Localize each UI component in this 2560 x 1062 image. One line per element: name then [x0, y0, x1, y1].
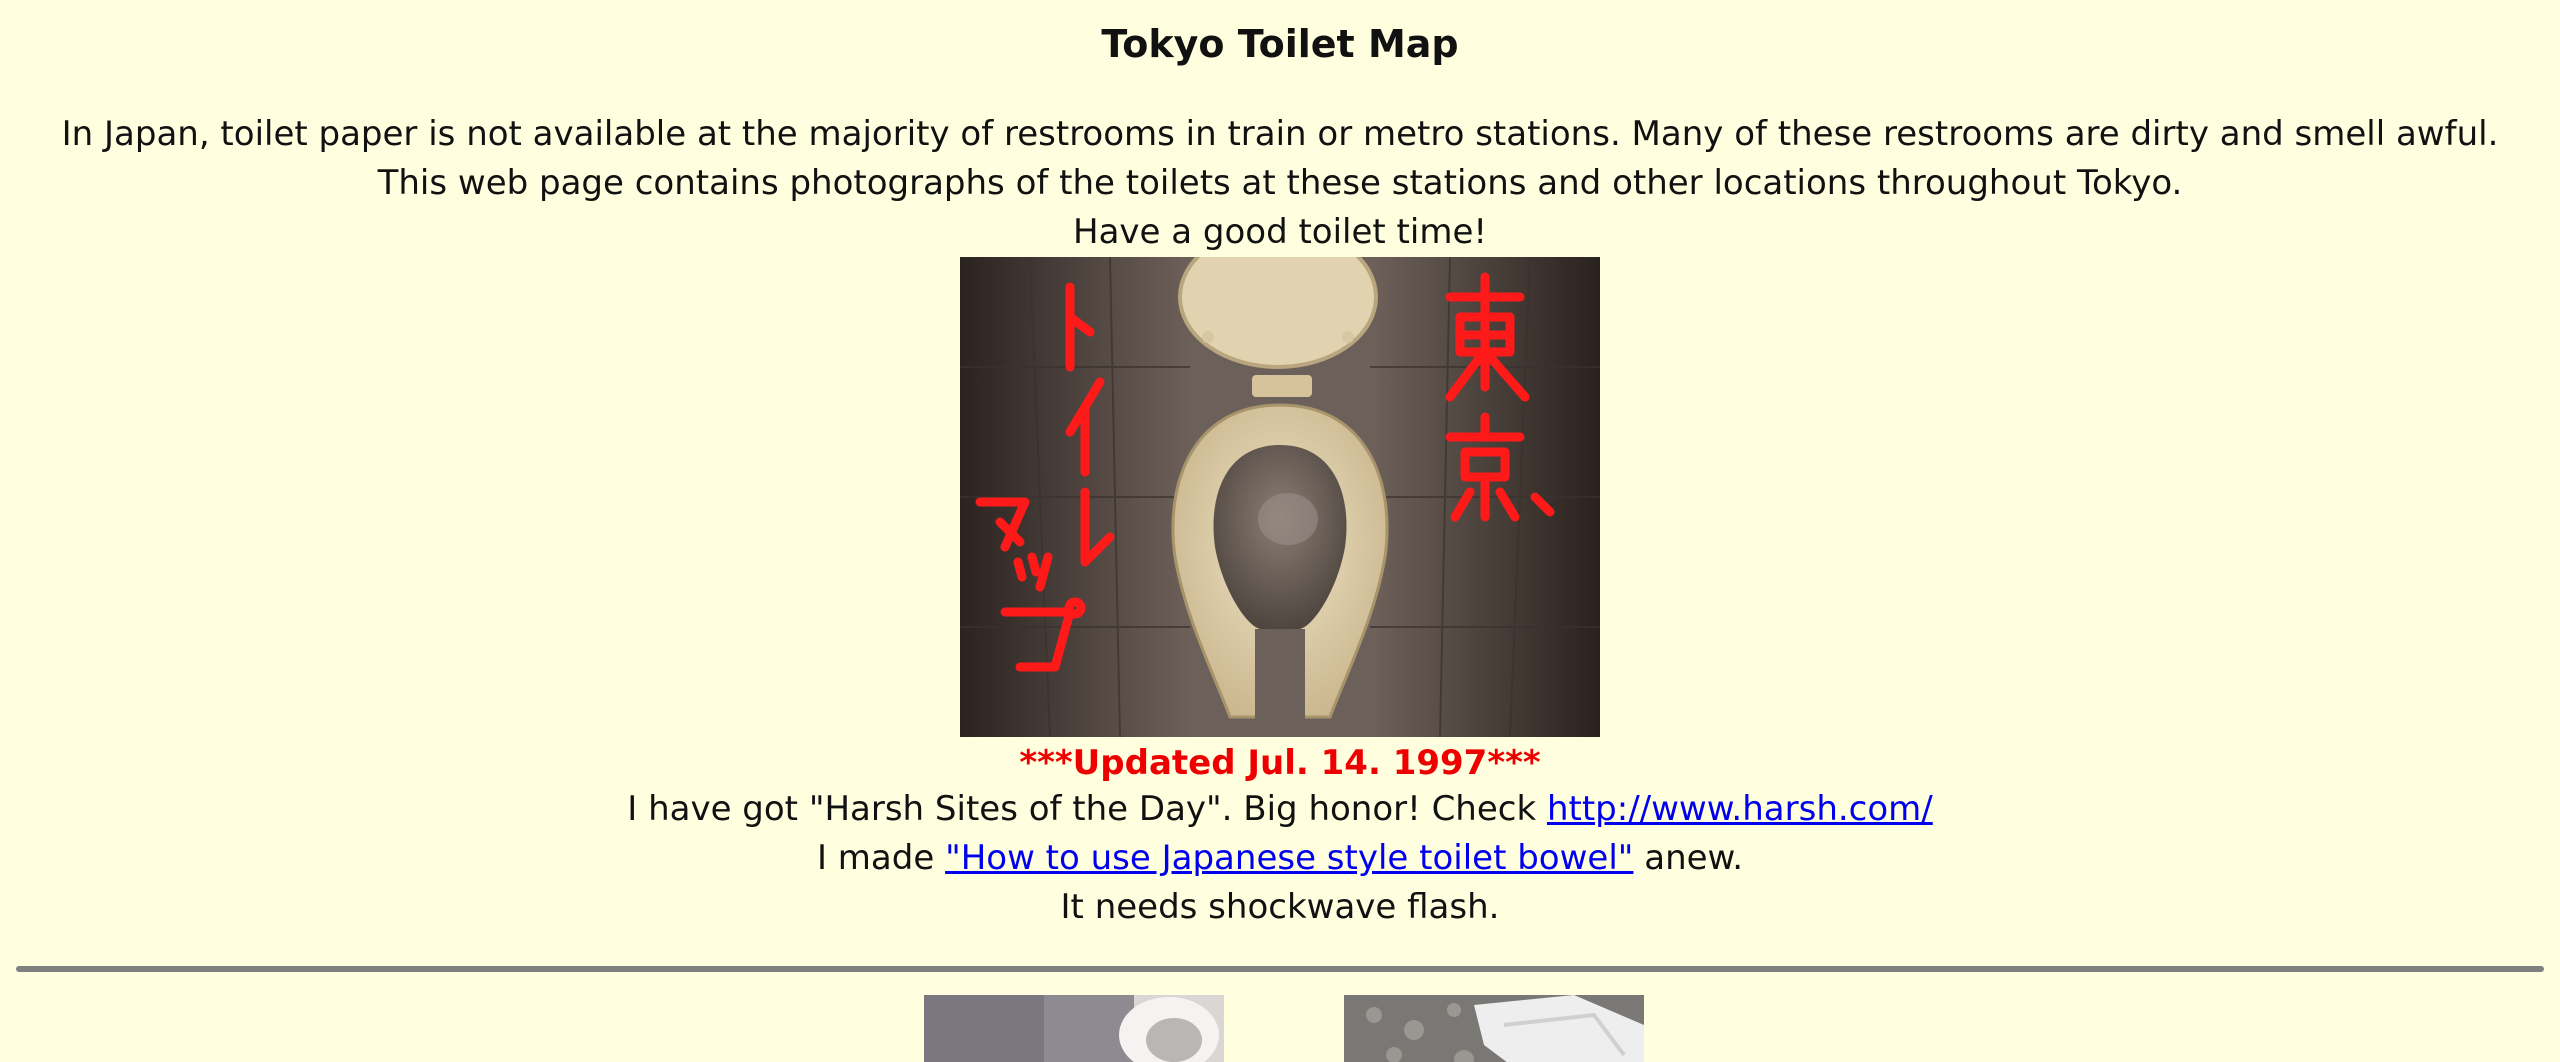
howto-line: I made "How to use Japanese style toilet…: [0, 834, 2560, 883]
howto-link[interactable]: "How to use Japanese style toilet bowel": [945, 838, 1633, 878]
intro-line-2: This web page contains photographs of th…: [377, 163, 2183, 203]
toilet-hero-image: [960, 257, 1600, 737]
howto-suffix: anew.: [1633, 838, 1744, 878]
updated-notice: ***Updated Jul. 14. 1997***: [1019, 743, 1541, 783]
flash-note: It needs shockwave flash.: [1060, 887, 1500, 927]
award-line: I have got "Harsh Sites of the Day". Big…: [0, 785, 2560, 834]
intro-line-1: In Japan, toilet paper is not available …: [61, 114, 2499, 154]
thumbnail-row: [0, 995, 2560, 1062]
notes: I have got "Harsh Sites of the Day". Big…: [0, 785, 2560, 932]
thumbnail-toilet-2[interactable]: [1344, 995, 1644, 1062]
toilet-photo: [960, 257, 1600, 737]
page: Tokyo Toilet Map In Japan, toilet paper …: [0, 0, 2560, 1062]
intro-text: In Japan, toilet paper is not available …: [0, 110, 2560, 257]
thumbnail-photo-1: [924, 995, 1224, 1062]
howto-prefix: I made: [816, 838, 946, 878]
award-text: I have got "Harsh Sites of the Day". Big…: [627, 789, 1547, 829]
thumbnail-photo-2: [1344, 995, 1644, 1062]
intro-line-3: Have a good toilet time!: [1073, 212, 1487, 252]
page-title: Tokyo Toilet Map: [1101, 22, 1459, 66]
harsh-link[interactable]: http://www.harsh.com/: [1547, 789, 1933, 829]
horizontal-rule: [16, 966, 2544, 972]
thumbnail-toilet-1[interactable]: [924, 995, 1224, 1062]
